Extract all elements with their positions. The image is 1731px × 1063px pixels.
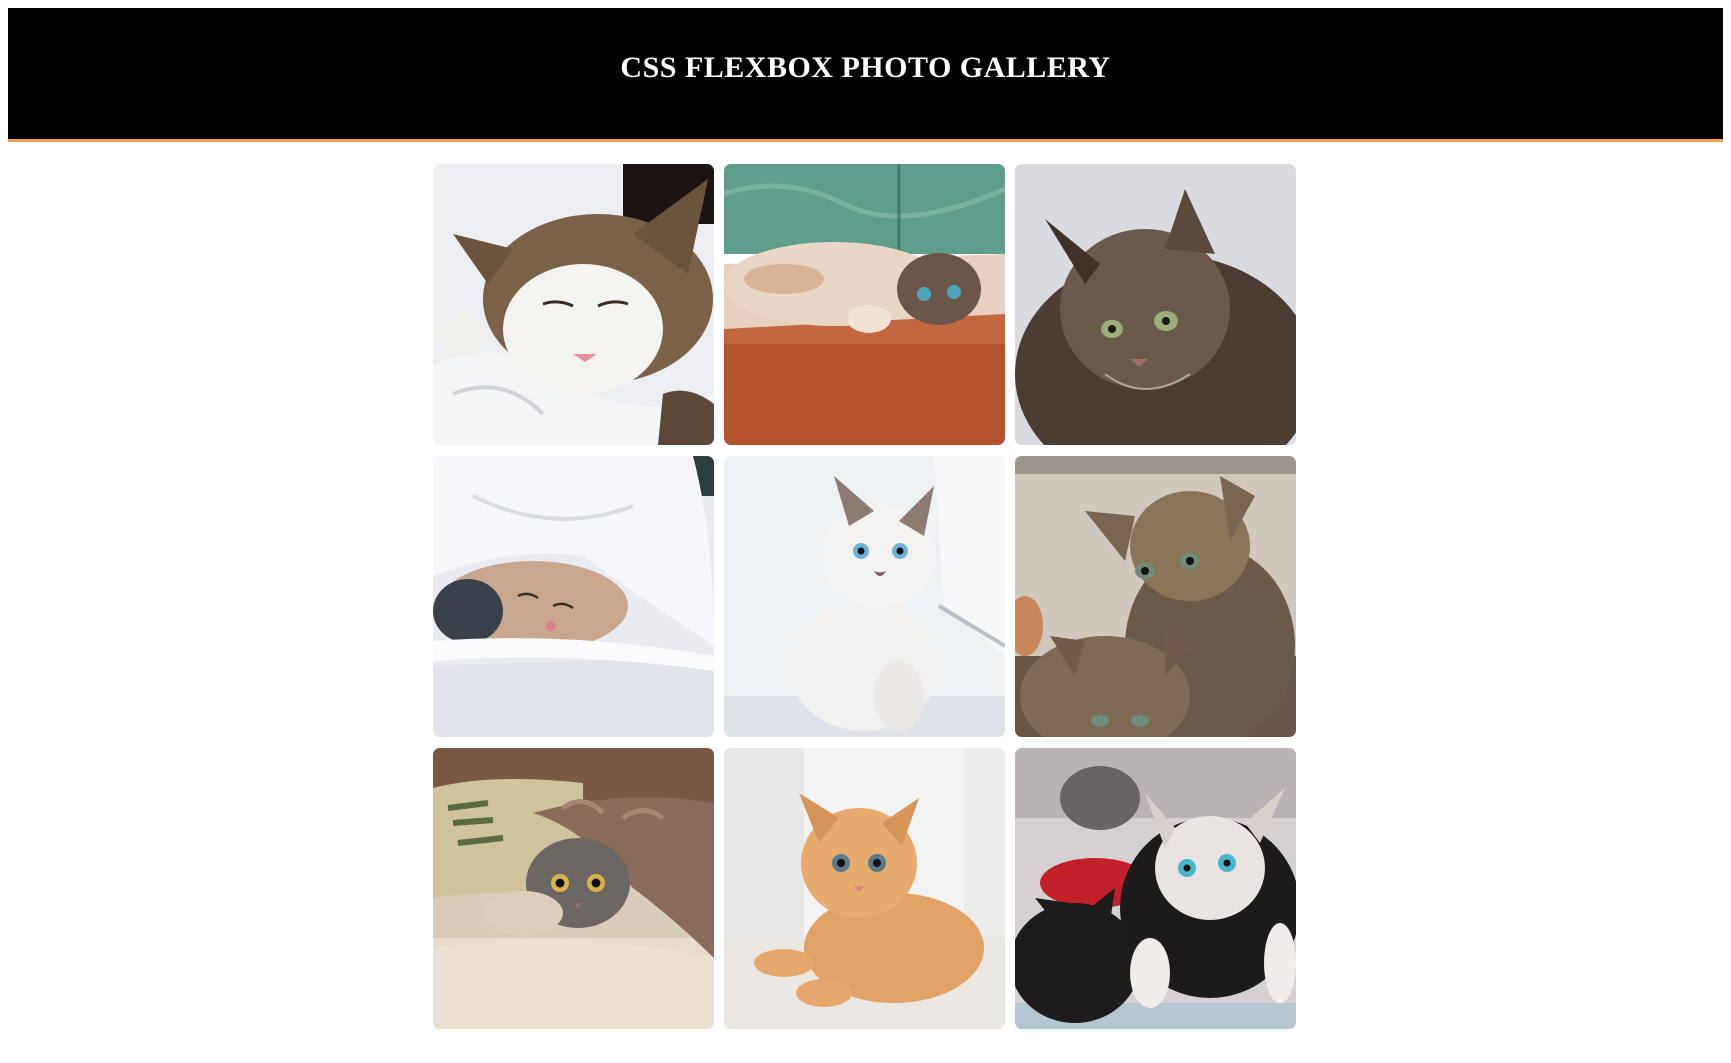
kitten-under-blanket-photo <box>433 456 714 737</box>
gallery-photo[interactable] <box>433 748 714 1029</box>
gallery-photo[interactable] <box>433 164 714 445</box>
gallery-photo[interactable] <box>724 748 1005 1029</box>
gallery-photo[interactable] <box>1015 748 1296 1029</box>
white-and-black-kittens-photo <box>1015 748 1296 1029</box>
photo-gallery <box>433 164 1301 1029</box>
gallery-photo[interactable] <box>724 456 1005 737</box>
long-haired-tabby-cat-photo <box>1015 164 1296 445</box>
sleeping-tabby-white-cat-photo <box>433 164 714 445</box>
kitten-under-rug-photo <box>433 748 714 1029</box>
gallery-photo[interactable] <box>433 456 714 737</box>
two-tabby-kittens-photo <box>1015 456 1296 737</box>
orange-kitten-photo <box>724 748 1005 1029</box>
gallery-photo[interactable] <box>724 164 1005 445</box>
kitten-lying-upside-down-photo <box>724 164 1005 445</box>
white-siamese-kitten-photo <box>724 456 1005 737</box>
page-header: CSS FLEXBOX PHOTO GALLERY <box>8 8 1723 142</box>
page-title: CSS FLEXBOX PHOTO GALLERY <box>620 50 1111 84</box>
gallery-photo[interactable] <box>1015 456 1296 737</box>
page: CSS FLEXBOX PHOTO GALLERY <box>0 0 1731 1063</box>
gallery-photo[interactable] <box>1015 164 1296 445</box>
